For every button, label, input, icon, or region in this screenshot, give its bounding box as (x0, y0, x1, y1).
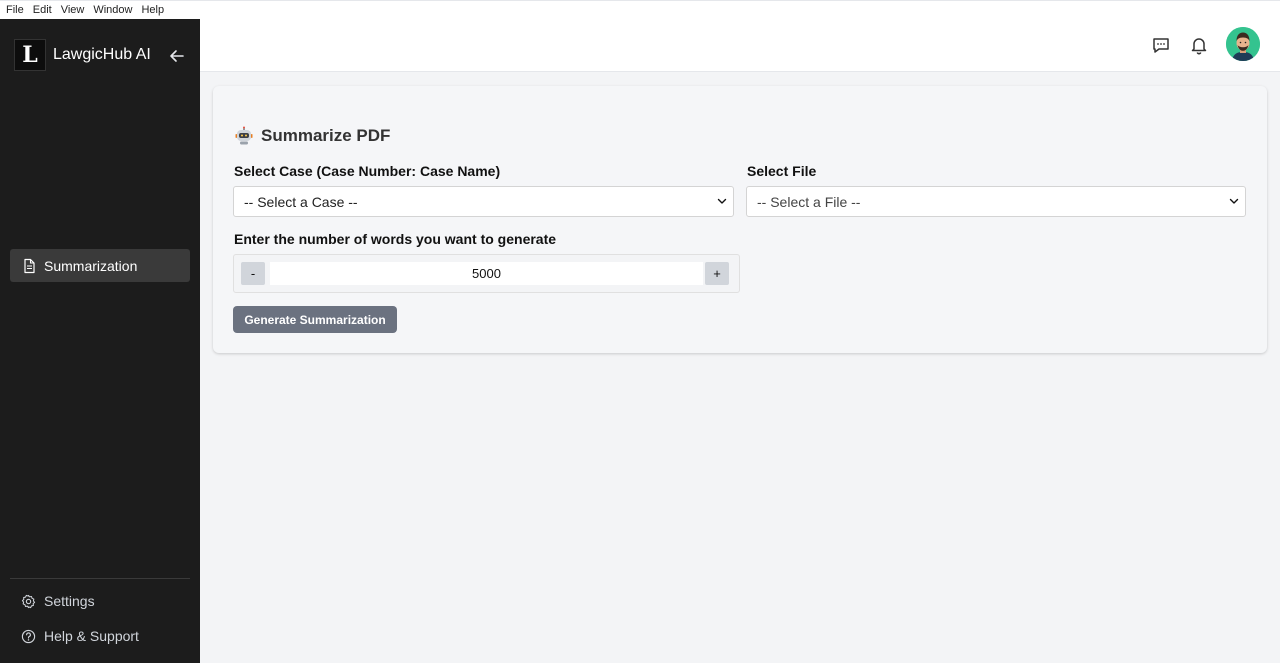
sidebar-item-help-support[interactable]: Help & Support (21, 628, 139, 644)
menu-view[interactable]: View (61, 4, 85, 16)
sidebar-item-label: Help & Support (44, 628, 139, 644)
chat-icon (1153, 38, 1169, 53)
bell-icon (1191, 38, 1207, 55)
menu-help[interactable]: Help (141, 4, 164, 16)
menu-file[interactable]: File (6, 4, 24, 16)
topbar (200, 19, 1280, 72)
sidebar-item-summarization[interactable]: Summarization (10, 249, 190, 282)
summarize-card: Summarize PDF Select Case (Case Number: … (213, 86, 1267, 353)
chevron-down-icon (717, 198, 727, 204)
case-select-value: -- Select a Case -- (244, 193, 358, 210)
file-select[interactable]: -- Select a File -- (746, 186, 1246, 217)
file-select-value: -- Select a File -- (757, 193, 861, 210)
generate-summarization-button[interactable]: Generate Summarization (233, 306, 397, 333)
case-select[interactable]: -- Select a Case -- (233, 186, 734, 217)
brand-logo: L (14, 39, 46, 71)
help-circle-icon (21, 629, 36, 643)
menu-edit[interactable]: Edit (33, 4, 52, 16)
case-select-label: Select Case (Case Number: Case Name) (234, 163, 501, 179)
document-icon (24, 258, 35, 273)
card-header: Summarize PDF (234, 126, 390, 146)
brand-name: LawgicHub AI (53, 46, 151, 63)
increment-button[interactable]: + (705, 262, 729, 285)
collapse-sidebar-button[interactable] (167, 46, 187, 66)
gear-icon (21, 594, 36, 608)
word-count-input[interactable]: 5000 (270, 262, 703, 285)
page-title: Summarize PDF (261, 126, 391, 145)
app-menubar: File Edit View Window Help (0, 0, 1280, 19)
sidebar-item-label: Summarization (44, 257, 138, 274)
brand: L LawgicHub AI (14, 39, 151, 71)
file-select-label: Select File (747, 163, 817, 179)
chevron-down-icon (1229, 198, 1239, 204)
word-count-stepper: - 5000 + (233, 254, 740, 293)
sidebar-item-settings[interactable]: Settings (21, 593, 95, 609)
user-avatar-icon (1226, 27, 1260, 61)
menu-window[interactable]: Window (93, 4, 132, 16)
sidebar-item-label: Settings (44, 593, 95, 609)
decrement-button[interactable]: - (241, 262, 265, 285)
arrow-left-icon (170, 50, 184, 62)
sidebar-divider (10, 578, 190, 579)
notifications-button[interactable] (1189, 35, 1209, 55)
sidebar: L LawgicHub AI Summarization Settings He… (0, 19, 200, 663)
robot-icon (235, 126, 253, 145)
chat-button[interactable] (1151, 35, 1171, 55)
word-count-label: Enter the number of words you want to ge… (234, 231, 557, 247)
avatar[interactable] (1226, 27, 1260, 61)
